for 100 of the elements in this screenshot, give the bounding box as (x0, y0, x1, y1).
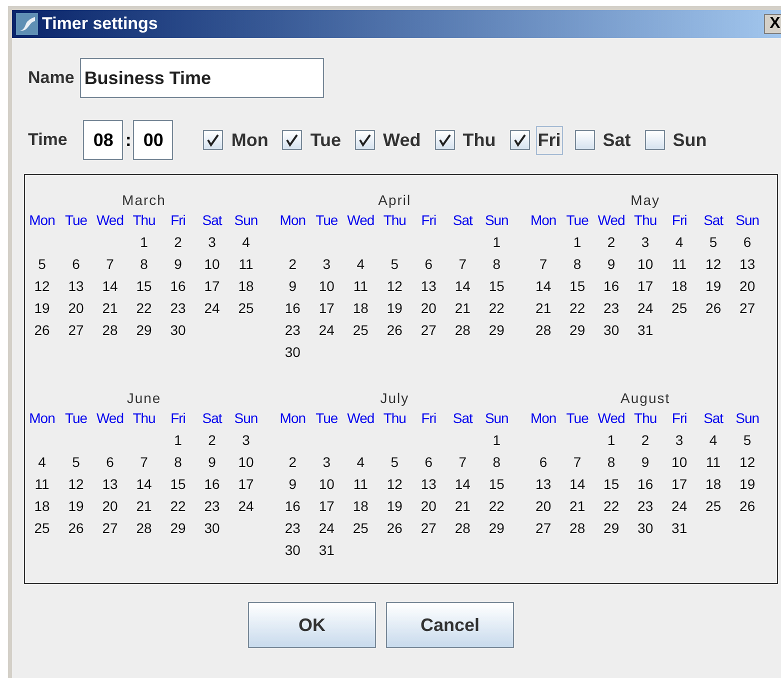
day-number: 13 (101, 475, 119, 494)
minutes-field[interactable]: 00 (133, 120, 174, 160)
day-label: Mon (230, 128, 270, 152)
month-title: April (377, 191, 412, 209)
day-number: 18 (704, 475, 722, 494)
weekday-header: Sun (734, 211, 760, 230)
day-number: 6 (71, 255, 81, 274)
weekday-header: Tue (565, 211, 590, 230)
day-number: 17 (237, 475, 255, 494)
weekday-header: Thu (633, 211, 658, 230)
day-checkbox[interactable] (574, 130, 595, 150)
day-number: 9 (288, 475, 298, 494)
day-checkbox[interactable] (355, 130, 376, 150)
day-number: 14 (568, 475, 586, 494)
weekday-header: Mon (278, 211, 307, 230)
day-number: 16 (636, 475, 654, 494)
weekday-header: Thu (633, 409, 658, 428)
day-number: 20 (738, 277, 756, 296)
day-number: 27 (420, 321, 438, 340)
weekday-header: Mon (28, 211, 56, 230)
name-label: Name (28, 67, 74, 90)
day-number: 1 (173, 431, 183, 450)
day-number: 30 (203, 519, 221, 538)
day-checkbox[interactable] (282, 130, 302, 150)
day-number: 14 (135, 475, 153, 494)
day-checkbox[interactable] (203, 130, 224, 150)
day-number: 31 (318, 541, 336, 560)
month-title: June (126, 389, 162, 407)
hours-field[interactable]: 08 (83, 120, 124, 160)
day-number: 5 (708, 233, 718, 252)
day-number: 28 (135, 519, 153, 538)
day-number: 21 (568, 497, 586, 516)
day-number: 7 (105, 255, 115, 274)
day-number: 5 (37, 255, 47, 274)
day-number: 16 (284, 497, 302, 516)
day-number: 7 (572, 453, 582, 472)
month-title: May (630, 191, 662, 209)
weekday-header: Fri (170, 211, 186, 230)
day-number: 24 (318, 519, 336, 538)
day-number: 2 (606, 233, 616, 252)
day-number: 15 (568, 277, 586, 296)
day-number: 20 (534, 497, 552, 516)
day-number: 23 (636, 497, 654, 516)
day-number: 4 (356, 255, 366, 274)
day-number: 3 (640, 233, 650, 252)
weekday-header: Tue (314, 409, 339, 428)
day-number: 4 (708, 431, 718, 450)
day-number: 4 (674, 233, 684, 252)
day-number: 18 (352, 497, 370, 516)
day-number: 21 (534, 299, 552, 318)
weekday-header: Mon (28, 409, 56, 428)
weekday-header: Sun (734, 409, 760, 428)
day-number: 10 (670, 453, 688, 472)
day-number: 1 (606, 431, 616, 450)
day-number: 5 (390, 255, 400, 274)
weekday-header: Sun (484, 409, 510, 428)
day-number: 23 (203, 497, 221, 516)
day-number: 13 (420, 277, 438, 296)
day-checkbox[interactable] (644, 130, 665, 150)
day-number: 16 (284, 299, 302, 318)
close-button[interactable]: X (764, 14, 781, 34)
day-number: 20 (101, 497, 119, 516)
day-number: 9 (207, 453, 217, 472)
day-number: 31 (636, 321, 654, 340)
day-number: 30 (284, 343, 302, 362)
day-number: 14 (534, 277, 552, 296)
day-number: 4 (356, 453, 366, 472)
day-number: 17 (670, 475, 688, 494)
day-number: 7 (458, 255, 468, 274)
day-number: 3 (241, 431, 251, 450)
day-checkbox[interactable] (510, 130, 530, 150)
dialog-button[interactable]: Cancel (386, 602, 514, 648)
day-number: 8 (173, 453, 183, 472)
day-number: 8 (492, 453, 502, 472)
day-number: 28 (568, 519, 586, 538)
day-number: 27 (67, 321, 85, 340)
dialog-button[interactable]: OK (248, 602, 376, 648)
day-number: 31 (670, 519, 688, 538)
day-label: Wed (382, 128, 422, 152)
day-number: 4 (37, 453, 47, 472)
day-number: 13 (67, 277, 85, 296)
day-number: 15 (488, 475, 506, 494)
day-number: 26 (386, 519, 404, 538)
day-number: 23 (169, 299, 187, 318)
day-number: 7 (139, 453, 149, 472)
day-number: 10 (636, 255, 654, 274)
app-icon (16, 13, 38, 35)
weekday-header: Tue (64, 211, 88, 230)
weekday-header: Mon (278, 409, 307, 428)
day-number: 24 (237, 497, 255, 516)
day-number: 22 (488, 497, 506, 516)
day-number: 22 (135, 299, 153, 318)
weekday-header: Sat (452, 211, 474, 230)
day-number: 15 (602, 475, 620, 494)
day-number: 9 (288, 277, 298, 296)
weekday-header: Fri (420, 211, 438, 230)
day-number: 16 (169, 277, 187, 296)
name-field[interactable]: Business Time (80, 58, 324, 98)
day-number: 23 (602, 299, 620, 318)
day-checkbox[interactable] (434, 130, 455, 150)
